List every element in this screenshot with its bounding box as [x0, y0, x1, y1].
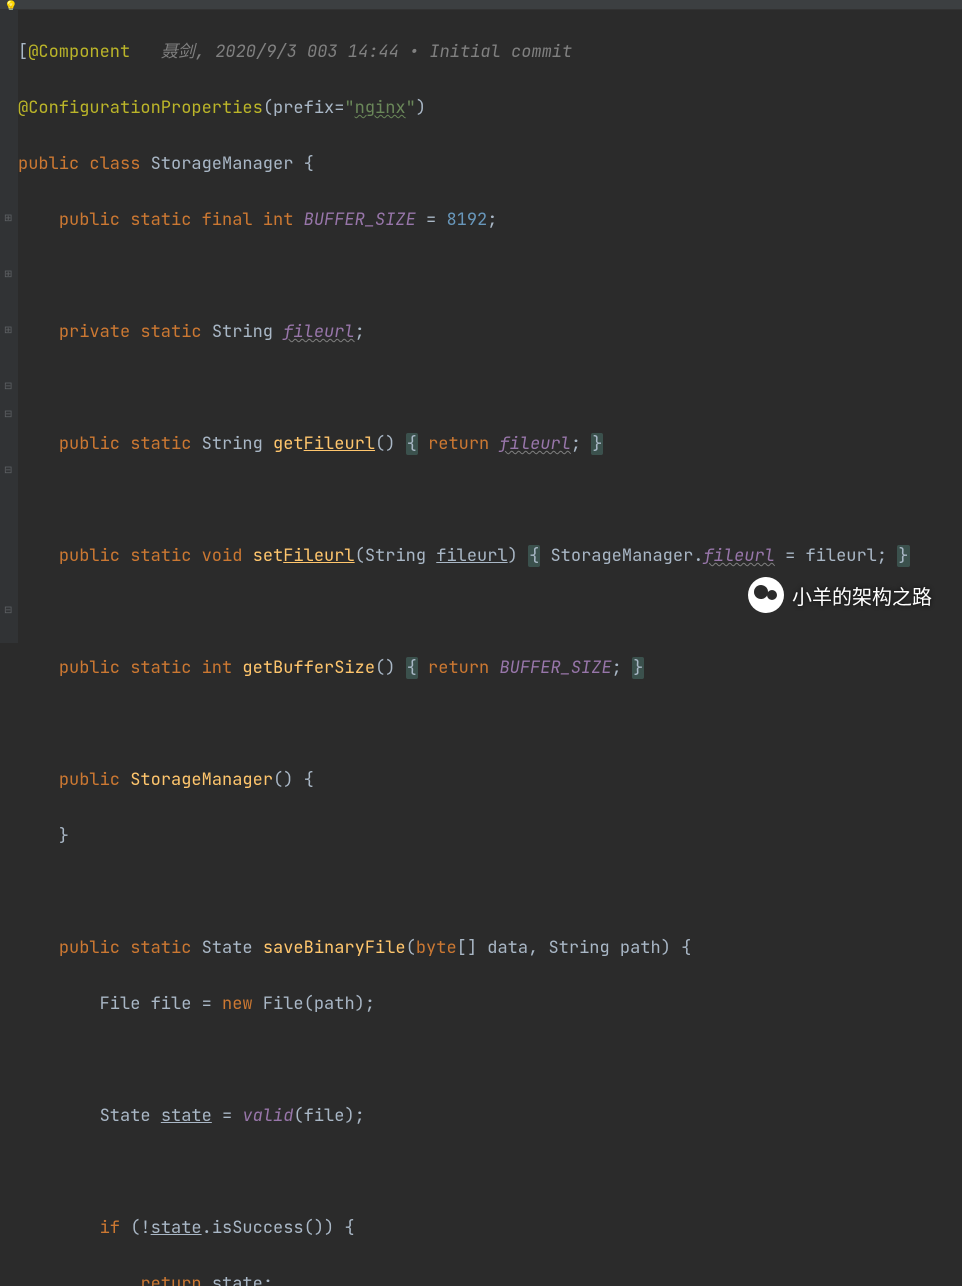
watermark: 小羊的架构之路 [748, 577, 932, 613]
fold-end-icon[interactable]: ⊟ [4, 409, 14, 419]
inlay-author-hint: 聂剑, 2020/9/3 003 14:44 • Initial commit [161, 41, 572, 63]
code-editor[interactable]: [@Component 聂剑, 2020/9/3 003 14:44 • Ini… [18, 10, 962, 643]
fold-icon[interactable]: ⊞ [4, 269, 14, 279]
annotation: @ConfigurationProperties [18, 97, 263, 119]
fold-icon[interactable]: ⊞ [4, 213, 14, 223]
fold-start-icon[interactable]: ⊟ [4, 605, 14, 615]
watermark-text: 小羊的架构之路 [792, 581, 932, 610]
fold-start-icon[interactable]: ⊟ [4, 381, 14, 391]
annotation: @Component [28, 41, 130, 63]
gutter: ⊞ ⊞ ⊞ ⊟ ⊟ ⊟ ⊟ [0, 10, 18, 643]
wechat-icon [748, 577, 784, 613]
fold-icon[interactable]: ⊞ [4, 325, 14, 335]
fold-start-icon[interactable]: ⊟ [4, 465, 14, 475]
